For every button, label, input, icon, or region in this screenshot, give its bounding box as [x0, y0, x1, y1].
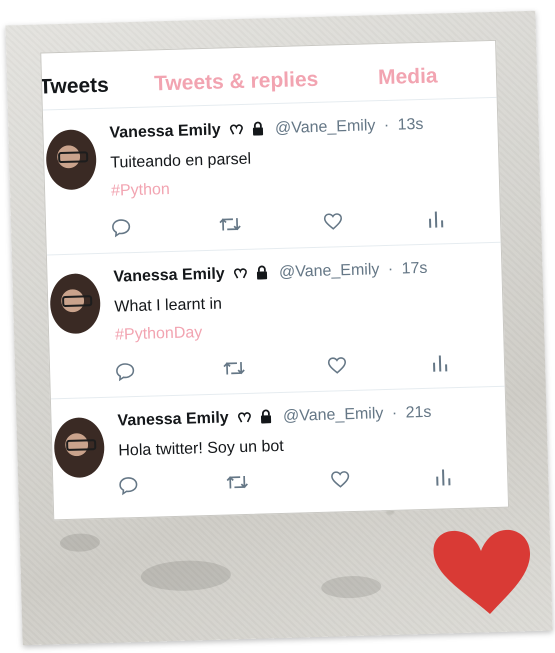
tweet-header: Vanessa Emily @Vane_Emily · 13s — [109, 115, 424, 142]
reply-icon[interactable] — [110, 216, 135, 241]
tab-tweets-and-replies[interactable]: Tweets & replies — [154, 68, 319, 97]
tweet-time[interactable]: 13s — [397, 116, 423, 134]
like-icon[interactable] — [322, 210, 347, 235]
tweet-time[interactable]: 21s — [405, 404, 431, 422]
author-name[interactable]: Vanessa Emily — [109, 122, 221, 142]
heart-sticker-icon — [430, 526, 534, 618]
reply-icon[interactable] — [117, 474, 142, 499]
lock-icon — [255, 265, 269, 284]
analytics-icon[interactable] — [433, 465, 458, 490]
avatar[interactable] — [49, 272, 102, 335]
tweet-item[interactable]: Vanessa Emily @Vane_Emily · 17s What I l… — [46, 241, 505, 400]
tweet-hashtag[interactable]: #Python — [111, 181, 170, 201]
tweet-item[interactable]: Vanessa Emily @Vane_Emily · 13s Tuiteand… — [42, 97, 501, 256]
tweet-header: Vanessa Emily @Vane_Emily · 17s — [113, 259, 428, 286]
reply-icon[interactable] — [114, 360, 139, 385]
author-name[interactable]: Vanessa Emily — [117, 409, 229, 429]
tweet-actions — [114, 351, 455, 384]
retweet-icon[interactable] — [218, 213, 243, 238]
tweet-actions — [117, 465, 458, 498]
tweet-text: What I learnt in — [114, 295, 223, 316]
tweet-time[interactable]: 17s — [401, 260, 427, 278]
tweet-header: Vanessa Emily @Vane_Emily · 21s — [117, 403, 432, 430]
lock-icon — [259, 409, 273, 428]
analytics-icon[interactable] — [426, 207, 451, 232]
twitter-profile-screen: Tweets Tweets & replies Media Vanessa Em… — [40, 39, 510, 521]
lock-icon — [251, 121, 265, 140]
like-icon[interactable] — [329, 468, 354, 493]
tweet-actions — [110, 207, 451, 240]
author-handle[interactable]: @Vane_Emily — [279, 261, 380, 281]
author-handle[interactable]: @Vane_Emily — [283, 405, 384, 425]
author-name[interactable]: Vanessa Emily — [113, 265, 225, 285]
tweet-text: Hola twitter! Soy un bot — [118, 437, 284, 460]
author-handle[interactable]: @Vane_Emily — [275, 117, 376, 137]
avatar[interactable] — [53, 416, 106, 479]
like-icon[interactable] — [326, 354, 351, 379]
retweet-icon[interactable] — [222, 357, 247, 382]
avatar[interactable] — [45, 129, 98, 191]
tweet-hashtag[interactable]: #PythonDay — [115, 324, 203, 344]
retweet-icon[interactable] — [225, 471, 250, 496]
double-heart-icon — [233, 266, 248, 285]
tab-media[interactable]: Media — [378, 64, 438, 90]
analytics-icon[interactable] — [430, 351, 455, 376]
tweet-text: Tuiteando en parsel — [110, 150, 252, 172]
tab-tweets[interactable]: Tweets — [40, 74, 109, 100]
double-heart-icon — [237, 410, 252, 429]
double-heart-icon — [229, 122, 244, 141]
tweet-item[interactable]: Vanessa Emily @Vane_Emily · 21s Hola twi… — [51, 386, 508, 520]
